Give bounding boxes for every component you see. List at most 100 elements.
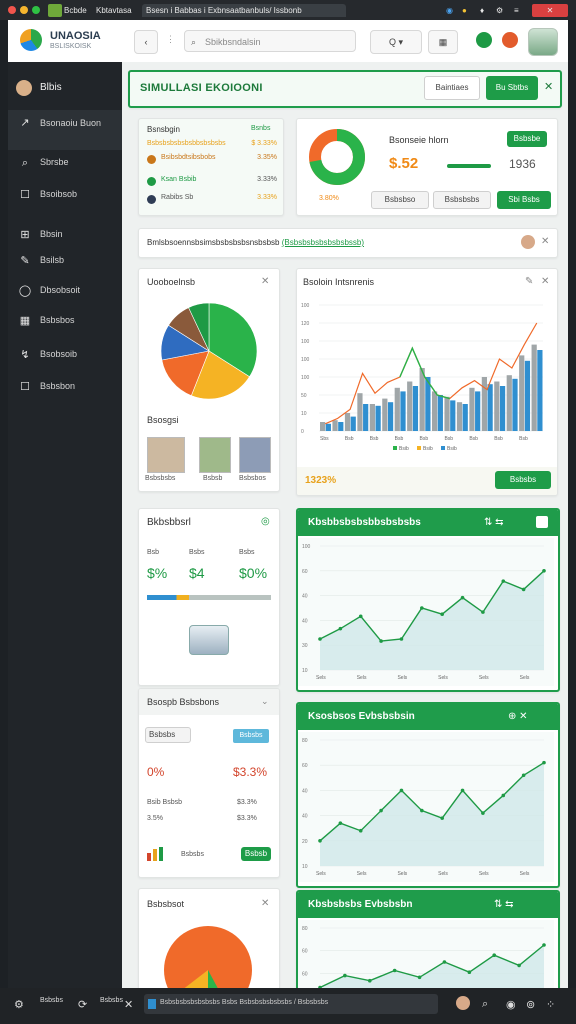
list-item[interactable]: Ksan Bsbib 3.33% (147, 175, 277, 189)
combo-footer-button[interactable]: Bsbsbs (495, 471, 551, 489)
back-button[interactable]: ‹ (134, 30, 158, 54)
bar (357, 393, 363, 431)
sidebar-item-1[interactable]: ⌕ Sbrsbe (8, 150, 122, 176)
kpi-action-2[interactable]: Bsbsbsbs (433, 191, 491, 209)
settings-icon[interactable]: ⚙ (496, 4, 503, 17)
y-tick-label: 100 (302, 544, 311, 550)
taskbar-item-2[interactable]: Bsbsbs (100, 996, 123, 1005)
search-input[interactable]: ⌕ Sbikbsndalsin (184, 30, 356, 52)
tab-2[interactable]: Kbtavtasa (96, 4, 136, 17)
x-tick-label: Bsb (469, 436, 478, 442)
sidebar-item-label: Bsbsbon (40, 381, 76, 391)
kpi-action-1[interactable]: Bsbsbso (371, 191, 429, 209)
settings-icon[interactable]: ⚙ (14, 998, 24, 1011)
bell-icon[interactable]: ♦ (480, 4, 484, 17)
sidebar-item-8[interactable]: ☐ Bsbsbon (8, 374, 122, 400)
tab-active[interactable]: Bsesn i Babbas i Exbnsaatbanbuls/ Issbon… (142, 4, 346, 17)
bar (487, 384, 493, 431)
line-chart-3-icons[interactable]: ⇅ ⇆ (494, 892, 514, 918)
line-chart-1-title: Kbsbbsbsbsbbsbsbsbs (308, 517, 421, 528)
x-tick-label: Sels (520, 871, 530, 877)
legend-swatch (441, 446, 445, 450)
sidebar-item-3[interactable]: ⊞ Bbsin (8, 222, 122, 248)
close-icon[interactable]: ✕ (541, 276, 549, 287)
line-chart-2-icons[interactable]: ⊕ ✕ (508, 704, 528, 730)
tab-1[interactable]: Bcbde (64, 4, 92, 17)
sidebar-item-5[interactable]: ◯ Dbsobsoit (8, 278, 122, 304)
data-point (367, 978, 372, 983)
user-avatar[interactable] (16, 80, 32, 96)
car-avatar[interactable] (528, 28, 558, 56)
legend-label: Bsib (399, 446, 409, 452)
data-point (460, 788, 465, 793)
minimize-window-dot[interactable] (20, 6, 28, 14)
y-tick-label: 50 (301, 393, 307, 399)
line-chart-3-header: Kbsbsbsbs Evbsbsbn ⇅ ⇆ (298, 892, 558, 918)
row-value: 3.33% (257, 176, 277, 183)
y-tick-label: 20 (302, 839, 308, 845)
close-icon[interactable]: ✕ (261, 276, 269, 287)
close-icon[interactable]: ✕ (124, 998, 133, 1011)
window-close-button[interactable]: ✕ (532, 4, 568, 17)
expand-icon[interactable] (536, 516, 548, 528)
search-icon[interactable]: ⌕ (482, 998, 488, 1011)
taskbar-item-1[interactable]: Bsbsbs (40, 996, 66, 1005)
header-btn-2[interactable]: Bu Sbtbs (486, 76, 538, 100)
sidebar-item-7[interactable]: ↯ Bsobsoib (8, 342, 122, 368)
avatar[interactable] (456, 996, 470, 1010)
bar (412, 386, 419, 431)
data-point (343, 973, 347, 978)
list-item[interactable]: Bsbsbsbsbsbsbbsbsbsbs $ 3.33% (147, 139, 277, 153)
line-chart-3: 80606040 (298, 920, 554, 988)
bar (450, 400, 456, 431)
github-icon[interactable]: ● (462, 4, 467, 17)
close-icon[interactable]: ✕ (541, 236, 549, 247)
apps-grid-icon[interactable]: ⁘ (546, 998, 555, 1011)
person-icon[interactable] (476, 32, 492, 48)
camera-icon[interactable]: ◉ (506, 998, 516, 1011)
list-item[interactable]: Rabibs Sb 3.33% (147, 193, 277, 207)
refresh-icon[interactable]: ⟳ (78, 998, 87, 1011)
drag-handle-icon: ⋮ (166, 34, 175, 44)
mini-button[interactable]: Bsbsb (241, 847, 271, 861)
sidebar-item-6[interactable]: ▦ Bsbsbos (8, 308, 122, 334)
globe-icon[interactable]: ◉ (446, 4, 453, 17)
notification-link[interactable]: (Bsbsbsbsbsbsbsbssb) (282, 238, 364, 247)
close-icon[interactable]: ✕ (261, 898, 269, 909)
help-icon[interactable] (502, 32, 518, 48)
header-btn-1[interactable]: Baintiaes (424, 76, 480, 100)
sidebar-item-4[interactable]: ✎ Bsilsb (8, 248, 122, 274)
coin-icon (147, 195, 156, 204)
toggle-icon[interactable]: ⊚ (526, 998, 535, 1011)
sidebar-user-label: Blbis (40, 82, 62, 93)
x-tick-label: Sels (397, 675, 407, 681)
list-item[interactable]: Bsibsbdtsibsbobs 3.35% (147, 153, 277, 167)
maximize-window-dot[interactable] (32, 6, 40, 14)
donut-label: 3.80% (319, 195, 339, 202)
data-point (399, 788, 404, 793)
menu-icon[interactable]: ≡ (514, 4, 519, 17)
sidebar-item-2[interactable]: ☐ Bsoibsob (8, 182, 122, 208)
url-bar[interactable]: Bsbsbsbsbsbsbsbs Bsbs Bsbsbsbsbsbsbs / B… (144, 994, 438, 1014)
chip[interactable]: Bsbsbs (145, 727, 191, 743)
close-window-dot[interactable] (8, 6, 16, 14)
chip-2[interactable]: Bsbsbs (233, 729, 269, 743)
progress-fill (147, 595, 190, 600)
combo-chart-title: Bsoloin Intsnrenis (303, 277, 375, 287)
line-chart-1-icons[interactable]: ⇅ ⇆ (484, 510, 504, 536)
sidebar-item-0[interactable]: ↗ Bsonaoiu Buon (8, 110, 122, 150)
close-icon[interactable]: ✕ (544, 80, 553, 93)
chevron-down-icon[interactable]: ⌄ (261, 696, 269, 707)
line-chart-1: 100 60 40 40 30 10 Sels Sels Sels Sels Sels Sels (298, 538, 554, 686)
mini-label: Bsbsbs (181, 851, 204, 858)
edit-icon[interactable]: ✎ (525, 276, 533, 287)
grid-view-button[interactable]: ▦ (428, 30, 458, 54)
kpi-slider[interactable] (447, 164, 491, 168)
line-chart-3-title: Kbsbsbsbs Evbsbsbn (308, 899, 413, 910)
kpi-button[interactable]: Bsbsbe (507, 131, 547, 147)
kpi-action-3[interactable]: Sbi Bsbs (497, 191, 551, 209)
coin-icon (147, 155, 156, 164)
filter-button[interactable]: Q ▾ (370, 30, 422, 54)
data-point (379, 639, 383, 643)
tab-favicon (48, 4, 62, 17)
